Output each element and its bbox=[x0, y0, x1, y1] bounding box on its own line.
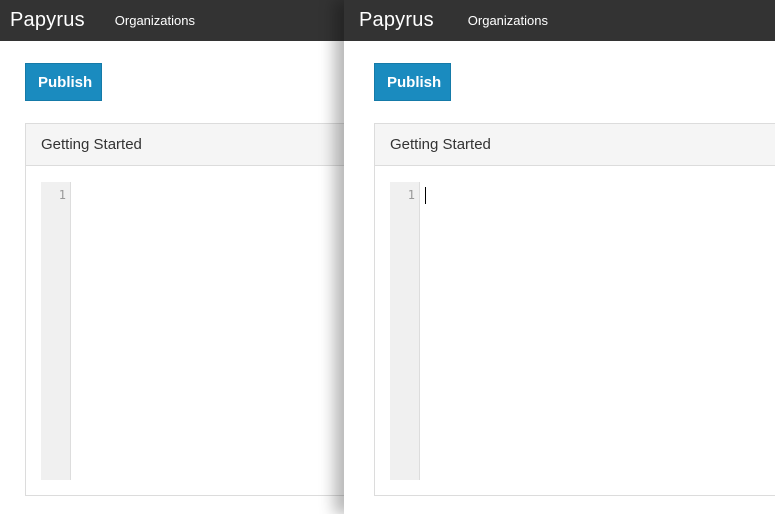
code-editor[interactable]: 1 bbox=[390, 182, 775, 480]
document-panel: Getting Started 1 bbox=[25, 123, 345, 496]
navbar: Papyrus Organizations bbox=[344, 0, 775, 41]
publish-button[interactable]: Publish bbox=[374, 63, 451, 101]
panel-title: Getting Started bbox=[26, 124, 345, 166]
brand-logo[interactable]: Papyrus bbox=[359, 9, 434, 32]
line-number-gutter: 1 bbox=[390, 182, 420, 480]
line-number: 1 bbox=[58, 188, 66, 202]
panel-title: Getting Started bbox=[375, 124, 775, 166]
browser-window-right: Papyrus Organizations Publish Getting St… bbox=[344, 0, 775, 514]
editor-text-area[interactable] bbox=[71, 182, 345, 480]
brand-logo[interactable]: Papyrus bbox=[10, 9, 85, 32]
nav-link-organizations[interactable]: Organizations bbox=[115, 13, 195, 28]
publish-button[interactable]: Publish bbox=[25, 63, 102, 101]
browser-window-left: Papyrus Organizations Publish Getting St… bbox=[0, 0, 345, 514]
text-cursor bbox=[425, 187, 426, 204]
line-number: 1 bbox=[407, 188, 415, 202]
line-number-gutter: 1 bbox=[41, 182, 71, 480]
navbar: Papyrus Organizations bbox=[0, 0, 345, 41]
screenshot-stage: Papyrus Organizations Publish Getting St… bbox=[0, 0, 775, 514]
editor-text-area[interactable] bbox=[420, 182, 775, 480]
document-panel: Getting Started 1 bbox=[374, 123, 775, 496]
nav-link-organizations[interactable]: Organizations bbox=[468, 13, 548, 28]
code-editor[interactable]: 1 bbox=[41, 182, 345, 480]
